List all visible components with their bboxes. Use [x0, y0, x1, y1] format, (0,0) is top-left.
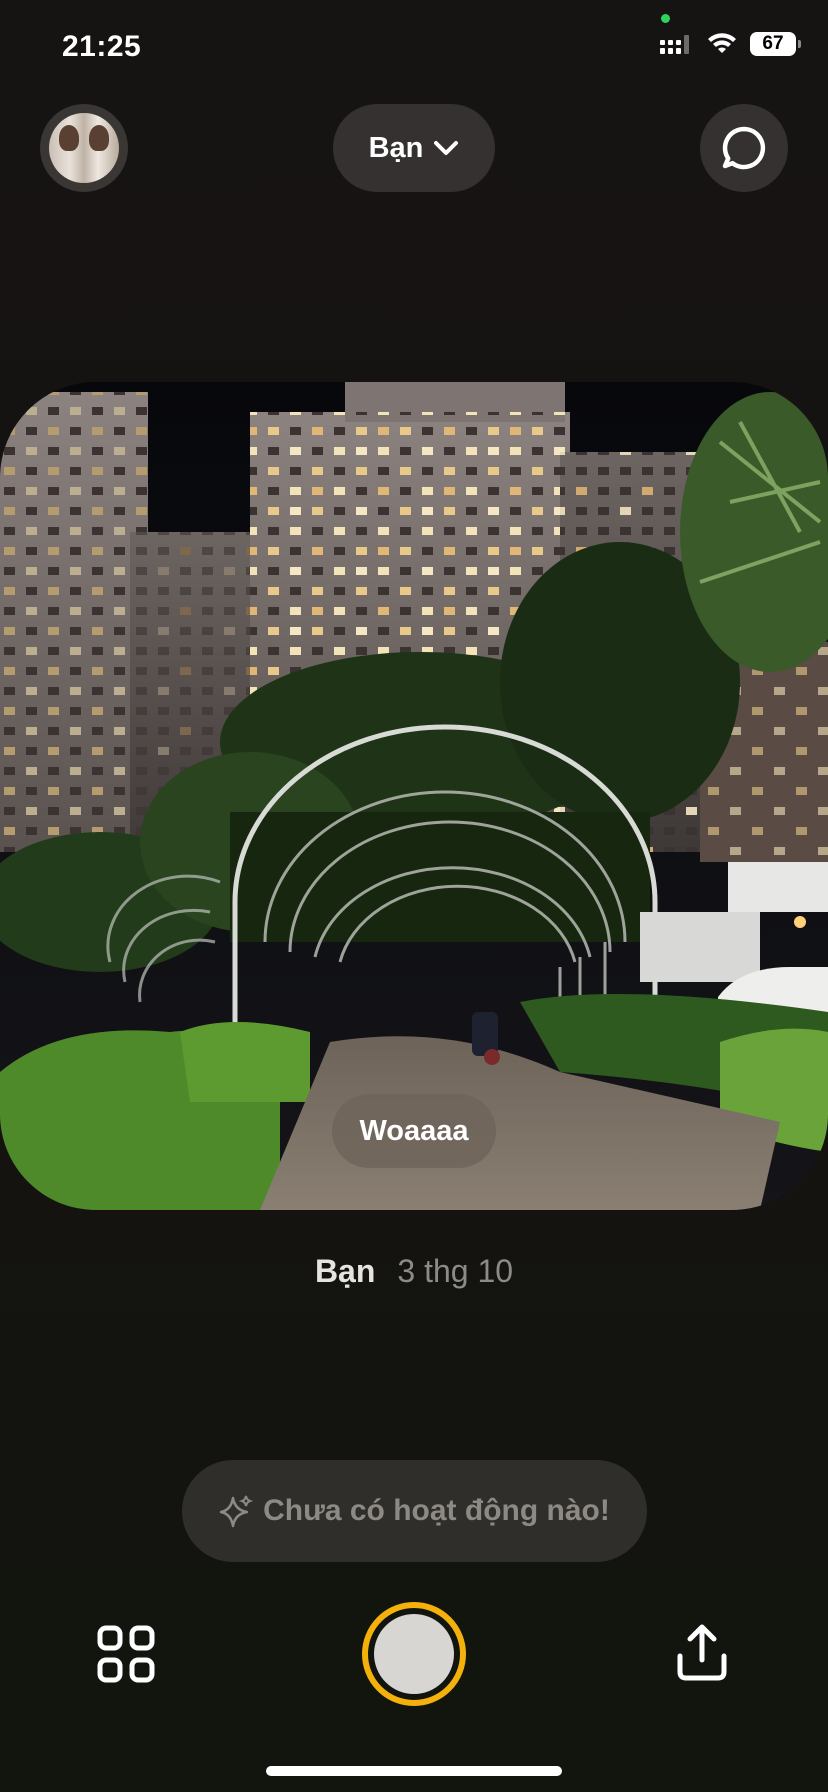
photo-caption: Woaaaa — [332, 1094, 496, 1168]
avatar-icon — [49, 113, 119, 183]
shutter-inner — [374, 1614, 454, 1694]
home-indicator[interactable] — [266, 1766, 562, 1776]
night-park-photo — [0, 382, 828, 1210]
share-icon[interactable] — [670, 1620, 734, 1684]
post-author[interactable]: Bạn — [315, 1253, 375, 1290]
activity-button[interactable]: Chưa có hoạt động nào! — [182, 1460, 647, 1562]
post-meta: Bạn 3 thg 10 — [0, 1253, 828, 1290]
friends-selector-label: Bạn — [368, 131, 424, 164]
app-screen: 21:25 67 Bạn Woaaaa Bạn 3 thg 10 Chưa có… — [0, 0, 828, 1792]
battery-level: 67 — [762, 33, 784, 54]
post-date: 3 thg 10 — [397, 1253, 514, 1289]
chat-button[interactable] — [700, 104, 788, 192]
wifi-icon — [708, 33, 736, 53]
sparkle-icon — [219, 1495, 254, 1528]
activity-text: Chưa có hoạt động nào! — [263, 1494, 610, 1527]
camera-indicator-icon — [661, 14, 670, 23]
friends-selector-button[interactable]: Bạn — [333, 104, 495, 192]
chat-bubble-icon — [722, 126, 766, 170]
cellular-signal-icon — [660, 35, 689, 54]
status-time: 21:25 — [62, 30, 142, 63]
grid-icon[interactable] — [96, 1624, 156, 1684]
status-icons: 67 — [658, 32, 801, 56]
profile-avatar-button[interactable] — [40, 104, 128, 192]
post-photo[interactable] — [0, 382, 828, 1210]
shutter-button[interactable] — [362, 1602, 466, 1706]
chevron-down-icon — [434, 141, 459, 155]
battery-indicator: 67 — [750, 32, 801, 56]
